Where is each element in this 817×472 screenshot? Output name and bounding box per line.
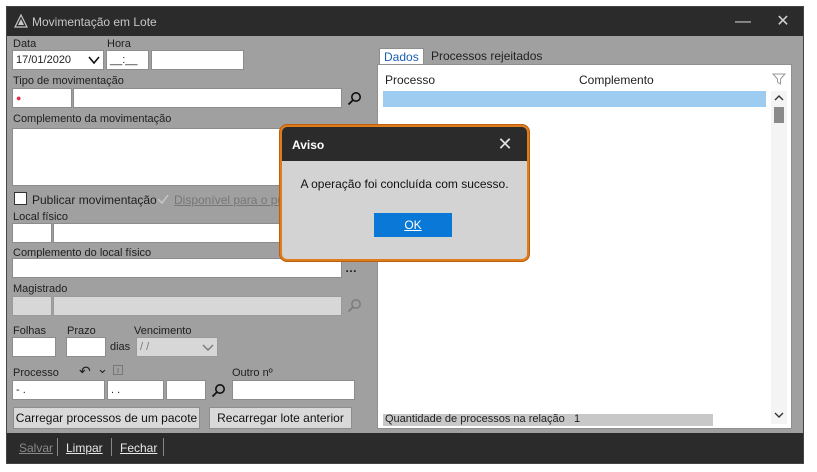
quantidade-value: 1 [574,413,581,425]
magistrado-search-icon[interactable] [347,298,363,314]
hora-label: Hora [107,38,131,50]
publicar-checkbox[interactable] [14,192,27,205]
col-processo[interactable]: Processo [385,73,435,87]
disponivel-label: Disponível para o púb [174,193,291,207]
complemento-local-field[interactable] [12,258,342,278]
processo-part1-value: - . [16,384,26,396]
hora-extra-field[interactable] [151,50,244,70]
processo-part1-field[interactable]: - . [12,380,105,400]
col-complemento[interactable]: Complemento [579,73,654,87]
table-row[interactable] [383,91,766,107]
limpar-button[interactable]: Limpar [66,441,103,455]
data-label: Data [13,38,37,50]
prazo-field[interactable] [66,337,106,357]
aviso-dialog: Aviso ✕ A operação foi concluída com suc… [280,125,529,261]
quantidade-bar: Quantidade de processos na relação 1 [383,413,713,426]
magistrado-code-field[interactable] [12,296,52,316]
dialog-title-bar: Aviso ✕ [282,127,527,161]
recarregar-lote-button[interactable]: Recarregar lote anterior [209,407,352,429]
data-field[interactable]: 17/01/2020 [12,50,104,70]
publicar-label: Publicar movimentação [32,193,157,207]
tab-processos-rejeitados[interactable]: Processos rejeitados [427,48,546,65]
dialog-message: A operação foi concluída com sucesso. [300,177,509,191]
folhas-field[interactable] [12,337,56,357]
hora-field[interactable]: __:__ [106,50,149,70]
vencimento-label: Vencimento [134,325,192,337]
fechar-button[interactable]: Fechar [120,441,157,455]
processo-search-icon[interactable] [211,383,227,399]
scroll-thumb[interactable] [774,107,784,123]
filter-icon[interactable] [772,72,786,86]
app-logo-icon [14,14,28,28]
data-value: 17/01/2020 [16,54,72,66]
local-label: Local físico [13,211,69,223]
title-bar: Movimentação em Lote — ✕ [7,7,803,36]
vencimento-field[interactable]: / / [136,337,218,357]
ok-button[interactable]: OK [374,213,452,237]
info-icon [113,365,123,375]
processo-part2-field[interactable]: . . [107,380,164,400]
tipo-desc-field[interactable] [73,88,342,108]
scroll-up-icon[interactable] [774,94,784,102]
dias-label: dias [110,341,131,353]
minimize-button[interactable]: — [723,9,763,35]
complemento-label: Complemento da movimentação [13,113,172,125]
dialog-title: Aviso [292,138,325,152]
divider [163,438,164,456]
search-icon[interactable] [347,91,363,107]
vencimento-value: / / [140,341,150,353]
chevron-down-icon[interactable]: ⌄ [97,361,108,377]
prazo-label: Prazo [67,325,96,337]
undo-icon[interactable]: ↶ [79,363,91,380]
scroll-down-icon[interactable] [774,411,784,419]
outro-label: Outro nº [232,367,273,379]
close-window-button[interactable]: ✕ [763,9,803,35]
magistrado-desc-field[interactable] [53,296,342,316]
divider [111,438,112,456]
more-options-button[interactable]: … [345,261,357,275]
tipo-code-field[interactable]: ● [12,88,72,108]
required-dot-icon: ● [16,93,22,103]
dialog-close-icon[interactable]: ✕ [494,133,516,155]
salvar-button[interactable]: Salvar [19,441,53,455]
hora-value: __:__ [110,54,138,66]
processo-part2-value: . . [111,384,121,396]
quantidade-label: Quantidade de processos na relação [385,413,565,425]
bottom-action-bar: Salvar Limpar Fechar [7,433,803,463]
local-code-field[interactable] [12,223,52,243]
calendar-dropdown-icon[interactable] [88,55,100,65]
vertical-scrollbar[interactable] [771,91,787,424]
grid-header: Processo Complemento [382,71,787,87]
check-mark-icon [157,194,169,205]
local-desc-field[interactable] [53,223,283,243]
divider [57,438,58,456]
tipo-label: Tipo de movimentação [13,75,124,87]
outro-field[interactable] [232,380,355,400]
processo-part3-field[interactable] [166,380,206,400]
folhas-label: Folhas [13,325,47,337]
tab-dados[interactable]: Dados [379,48,424,65]
window-title: Movimentação em Lote [32,15,157,29]
processo-label: Processo [13,367,59,379]
magistrado-label: Magistrado [13,283,68,295]
vencimento-dropdown-icon[interactable] [202,343,214,352]
carregar-pacote-button[interactable]: Carregar processos de um pacote [13,407,200,429]
